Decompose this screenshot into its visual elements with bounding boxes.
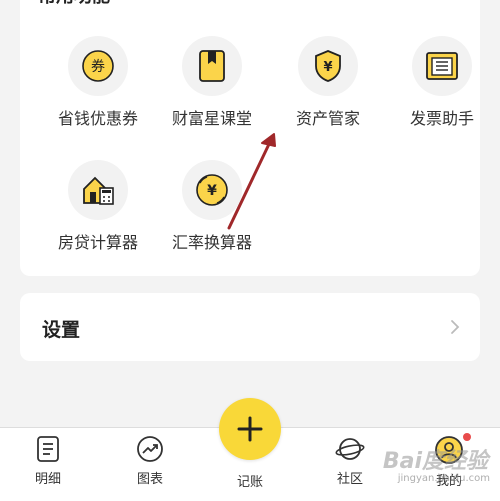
asset-manager-label: 资产管家 (295, 109, 360, 128)
coupon-icon: 券 (68, 36, 128, 96)
tab-community-label: 社区 (336, 472, 363, 487)
chevron-right-icon (451, 320, 460, 334)
tab-details-label: 明细 (34, 472, 61, 487)
invoice-icon (412, 36, 472, 96)
coupon-item[interactable]: 券 省钱优惠券 (43, 36, 153, 129)
svg-text:券: 券 (91, 59, 105, 75)
invoice-item[interactable]: 发票助手 (387, 36, 497, 129)
tab-charts-label: 图表 (136, 472, 163, 487)
tab-record-label: 记账 (236, 475, 263, 490)
exchange-calculator-label: 汇率换算器 (171, 233, 252, 252)
currency-exchange-icon: ¥ (182, 160, 242, 220)
plus-icon (237, 416, 263, 442)
svg-text:¥: ¥ (323, 60, 332, 75)
add-record-button[interactable] (219, 398, 281, 460)
tab-details[interactable]: 明细 (18, 435, 78, 487)
house-calculator-icon (68, 160, 128, 220)
trend-chart-icon (137, 436, 163, 462)
tab-charts[interactable]: 图表 (120, 435, 180, 487)
mortgage-calculator-label: 房贷计算器 (57, 233, 138, 252)
wealth-class-item[interactable]: 财富星课堂 (157, 36, 267, 129)
tab-community[interactable]: 社区 (320, 435, 380, 487)
watermark-url: jingyan.baidu.com (397, 473, 490, 484)
book-icon (182, 36, 242, 96)
watermark-text: Bai度经验 (382, 449, 488, 474)
mortgage-calculator-item[interactable]: 房贷计算器 (43, 160, 153, 253)
section-title: 常用功能 (38, 0, 110, 8)
asset-manager-item[interactable]: ¥ 资产管家 (273, 36, 383, 129)
baidu-watermark: Bai度经验 jingyan.baidu.com (376, 443, 500, 500)
svg-text:¥: ¥ (207, 183, 217, 199)
invoice-label: 发票助手 (409, 109, 474, 128)
planet-icon (335, 438, 365, 460)
wealth-class-label: 财富星课堂 (171, 109, 252, 128)
common-functions-card: 常用功能 券 省钱优惠券 财富星课堂 ¥ 资产管家 发票助手 房贷计算器 ¥ (20, 0, 480, 276)
settings-label: 设置 (42, 319, 81, 341)
exchange-calculator-item[interactable]: ¥ 汇率换算器 (157, 160, 267, 253)
list-icon (37, 436, 59, 462)
shield-yuan-icon: ¥ (298, 36, 358, 96)
settings-row[interactable]: 设置 (20, 293, 480, 361)
coupon-label: 省钱优惠券 (57, 109, 138, 128)
notification-badge (463, 433, 471, 441)
